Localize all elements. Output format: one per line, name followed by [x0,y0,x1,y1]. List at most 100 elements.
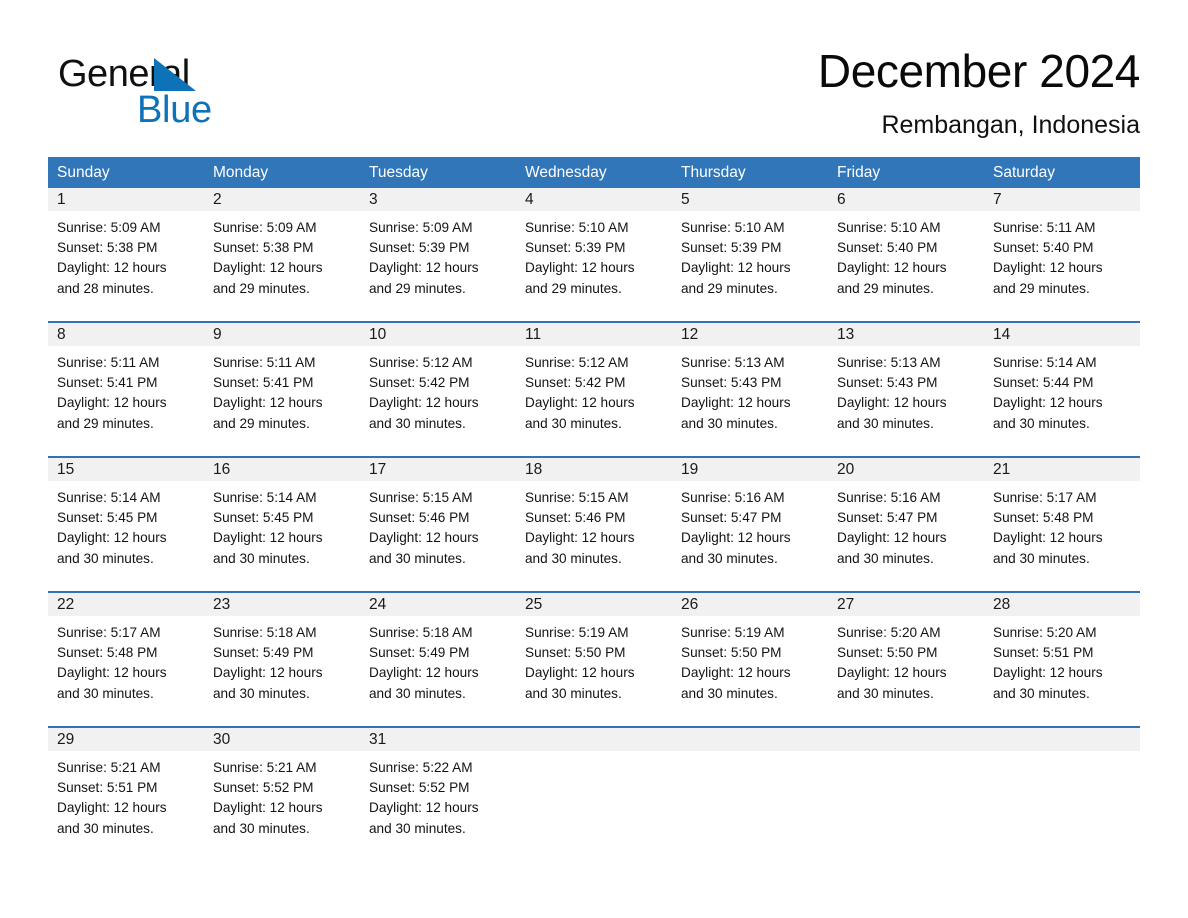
weekday-header-wednesday: Wednesday [525,164,607,181]
day-details: Sunrise: 5:16 AM Sunset: 5:47 PM Daylight:… [672,481,828,569]
day-number: 19 [672,458,828,481]
sunset-text: Sunset: 5:42 PM [369,375,470,391]
daylight-text-line1: Daylight: 12 hours [681,665,791,681]
day-details: Sunrise: 5:22 AM Sunset: 5:52 PM Daylight:… [360,751,516,839]
daylight-text-line1: Daylight: 12 hours [837,530,947,546]
day-cell[interactable]: 24 Sunrise: 5:18 AM Sunset: 5:49 PM Dayligh… [360,593,516,726]
sunrise-text: Sunrise: 5:19 AM [525,625,629,640]
daylight-text-line1: Daylight: 12 hours [369,665,479,681]
calendar-week-row: 15 Sunrise: 5:14 AM Sunset: 5:45 PM Dayligh… [48,456,1140,591]
day-number: 21 [984,458,1140,481]
daylight-text-line1: Daylight: 12 hours [213,665,323,681]
day-number: 7 [984,188,1140,211]
day-cell[interactable]: 6 Sunrise: 5:10 AM Sunset: 5:40 PM Daylight… [828,188,984,321]
day-number: 20 [828,458,984,481]
sunrise-text: Sunrise: 5:14 AM [993,355,1097,370]
sunset-text: Sunset: 5:49 PM [369,645,470,661]
day-number: 10 [360,323,516,346]
daylight-text-line2: and 29 minutes. [681,280,778,296]
day-cell[interactable]: 11 Sunrise: 5:12 AM Sunset: 5:42 PM Dayligh… [516,323,672,456]
day-cell[interactable]: 13 Sunrise: 5:13 AM Sunset: 5:43 PM Dayligh… [828,323,984,456]
sunset-text: Sunset: 5:43 PM [681,375,782,391]
day-cell[interactable]: 17 Sunrise: 5:15 AM Sunset: 5:46 PM Dayligh… [360,458,516,591]
sunrise-text: Sunrise: 5:18 AM [213,625,317,640]
daylight-text-line1: Daylight: 12 hours [369,530,479,546]
day-cell[interactable]: 1 Sunrise: 5:09 AM Sunset: 5:38 PM Daylight… [48,188,204,321]
day-number: 2 [204,188,360,211]
day-cell[interactable]: 3 Sunrise: 5:09 AM Sunset: 5:39 PM Daylight… [360,188,516,321]
daylight-text-line1: Daylight: 12 hours [525,665,635,681]
day-details: Sunrise: 5:14 AM Sunset: 5:45 PM Daylight:… [48,481,204,569]
day-details: Sunrise: 5:09 AM Sunset: 5:39 PM Daylight:… [360,211,516,299]
day-cell[interactable]: 10 Sunrise: 5:12 AM Sunset: 5:42 PM Dayligh… [360,323,516,456]
day-cell[interactable]: 21 Sunrise: 5:17 AM Sunset: 5:48 PM Dayligh… [984,458,1140,591]
day-details: Sunrise: 5:11 AM Sunset: 5:41 PM Daylight:… [48,346,204,434]
day-details: Sunrise: 5:21 AM Sunset: 5:51 PM Daylight:… [48,751,204,839]
sunset-text: Sunset: 5:47 PM [681,510,782,526]
sunset-text: Sunset: 5:39 PM [369,240,470,256]
sunrise-text: Sunrise: 5:17 AM [993,490,1097,505]
generalblue-logo[interactable]: General Blue [58,54,338,146]
calendar-week-row: 1 Sunrise: 5:09 AM Sunset: 5:38 PM Daylight… [48,188,1140,321]
calendar-week-cells: 22 Sunrise: 5:17 AM Sunset: 5:48 PM Dayligh… [48,593,1140,726]
sunset-text: Sunset: 5:49 PM [213,645,314,661]
day-cell[interactable]: 22 Sunrise: 5:17 AM Sunset: 5:48 PM Dayligh… [48,593,204,726]
day-cell[interactable]: 7 Sunrise: 5:11 AM Sunset: 5:40 PM Daylight… [984,188,1140,321]
day-cell[interactable]: 15 Sunrise: 5:14 AM Sunset: 5:45 PM Dayligh… [48,458,204,591]
sunset-text: Sunset: 5:46 PM [369,510,470,526]
sunrise-text: Sunrise: 5:09 AM [213,220,317,235]
sunset-text: Sunset: 5:40 PM [837,240,938,256]
day-cell[interactable]: 26 Sunrise: 5:19 AM Sunset: 5:50 PM Dayligh… [672,593,828,726]
weekday-header-sunday: Sunday [57,164,110,181]
day-cell[interactable]: 31 Sunrise: 5:22 AM Sunset: 5:52 PM Dayligh… [360,728,516,861]
day-cell[interactable]: 18 Sunrise: 5:15 AM Sunset: 5:46 PM Dayligh… [516,458,672,591]
sunrise-text: Sunrise: 5:11 AM [213,355,316,370]
day-cell[interactable]: 30 Sunrise: 5:21 AM Sunset: 5:52 PM Dayligh… [204,728,360,861]
sunset-text: Sunset: 5:50 PM [837,645,938,661]
daylight-text-line2: and 30 minutes. [681,550,778,566]
day-cell[interactable]: 12 Sunrise: 5:13 AM Sunset: 5:43 PM Dayligh… [672,323,828,456]
calendar-grid: Sunday Monday Tuesday Wednesday Thursday… [48,157,1140,861]
daylight-text-line1: Daylight: 12 hours [57,800,167,816]
day-cell[interactable]: 23 Sunrise: 5:18 AM Sunset: 5:49 PM Dayligh… [204,593,360,726]
calendar-week-cells: 1 Sunrise: 5:09 AM Sunset: 5:38 PM Daylight… [48,188,1140,321]
day-cell[interactable]: 5 Sunrise: 5:10 AM Sunset: 5:39 PM Daylight… [672,188,828,321]
sunset-text: Sunset: 5:39 PM [525,240,626,256]
day-number: 6 [828,188,984,211]
daylight-text-line2: and 30 minutes. [837,685,934,701]
day-number: 18 [516,458,672,481]
sunset-text: Sunset: 5:44 PM [993,375,1094,391]
daylight-text-line2: and 30 minutes. [837,415,934,431]
day-number: 8 [48,323,204,346]
sunrise-text: Sunrise: 5:15 AM [369,490,473,505]
sunset-text: Sunset: 5:41 PM [57,375,158,391]
day-cell[interactable]: 2 Sunrise: 5:09 AM Sunset: 5:38 PM Daylight… [204,188,360,321]
day-cell[interactable]: 28 Sunrise: 5:20 AM Sunset: 5:51 PM Dayligh… [984,593,1140,726]
day-cell[interactable]: 29 Sunrise: 5:21 AM Sunset: 5:51 PM Dayligh… [48,728,204,861]
day-cell[interactable]: 27 Sunrise: 5:20 AM Sunset: 5:50 PM Dayligh… [828,593,984,726]
day-cell[interactable]: 25 Sunrise: 5:19 AM Sunset: 5:50 PM Dayligh… [516,593,672,726]
day-cell[interactable]: 20 Sunrise: 5:16 AM Sunset: 5:47 PM Dayligh… [828,458,984,591]
day-cell[interactable]: 4 Sunrise: 5:10 AM Sunset: 5:39 PM Daylight… [516,188,672,321]
daylight-text-line1: Daylight: 12 hours [213,395,323,411]
daylight-text-line1: Daylight: 12 hours [525,530,635,546]
day-number: 24 [360,593,516,616]
day-cell[interactable]: 16 Sunrise: 5:14 AM Sunset: 5:45 PM Dayligh… [204,458,360,591]
daylight-text-line2: and 30 minutes. [213,820,310,836]
daylight-text-line2: and 30 minutes. [57,685,154,701]
daylight-text-line1: Daylight: 12 hours [57,395,167,411]
calendar-week-cells: 8 Sunrise: 5:11 AM Sunset: 5:41 PM Daylight… [48,323,1140,456]
day-number: 3 [360,188,516,211]
day-cell[interactable]: 9 Sunrise: 5:11 AM Sunset: 5:41 PM Daylight… [204,323,360,456]
sunrise-text: Sunrise: 5:12 AM [369,355,473,370]
sunrise-text: Sunrise: 5:19 AM [681,625,785,640]
day-cell[interactable]: 8 Sunrise: 5:11 AM Sunset: 5:41 PM Daylight… [48,323,204,456]
day-cell[interactable]: 19 Sunrise: 5:16 AM Sunset: 5:47 PM Dayligh… [672,458,828,591]
logo-triangle-icon [154,58,196,91]
day-cell[interactable]: 14 Sunrise: 5:14 AM Sunset: 5:44 PM Dayligh… [984,323,1140,456]
day-details: Sunrise: 5:10 AM Sunset: 5:40 PM Daylight:… [828,211,984,299]
day-details: Sunrise: 5:15 AM Sunset: 5:46 PM Daylight:… [360,481,516,569]
daylight-text-line2: and 29 minutes. [369,280,466,296]
sunset-text: Sunset: 5:39 PM [681,240,782,256]
daylight-text-line2: and 30 minutes. [57,820,154,836]
